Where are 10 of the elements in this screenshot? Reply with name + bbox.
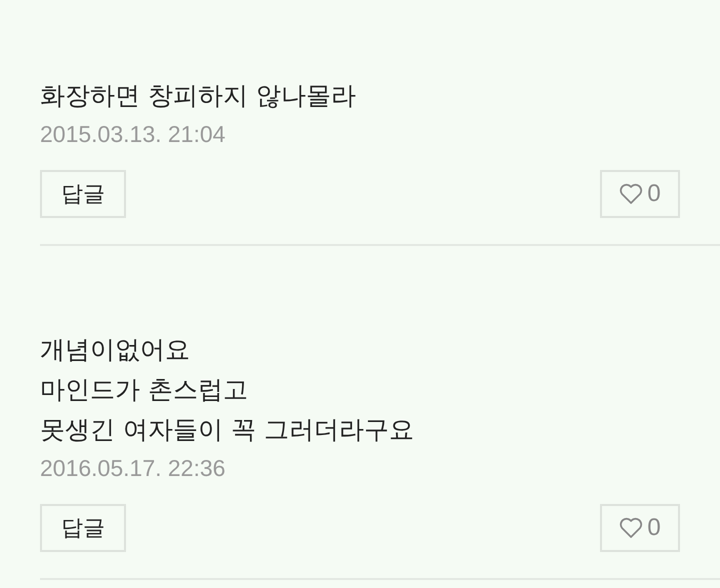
heart-icon	[619, 183, 644, 205]
comment-date: 2015.03.13. 21:04	[40, 120, 226, 149]
heart-icon	[619, 517, 644, 539]
comment-text: 화장하면 창피하지 않나몰라	[40, 80, 356, 112]
comment-text: 마인드가 촌스럽고	[40, 374, 248, 406]
reply-button[interactable]: 답글	[40, 504, 126, 552]
comment-date: 2016.05.17. 22:36	[40, 454, 226, 483]
comment-text: 못생긴 여자들이 꼭 그러더라구요	[40, 414, 414, 446]
reply-button[interactable]: 답글	[40, 170, 126, 218]
comment-text: 개념이없어요	[40, 334, 190, 366]
